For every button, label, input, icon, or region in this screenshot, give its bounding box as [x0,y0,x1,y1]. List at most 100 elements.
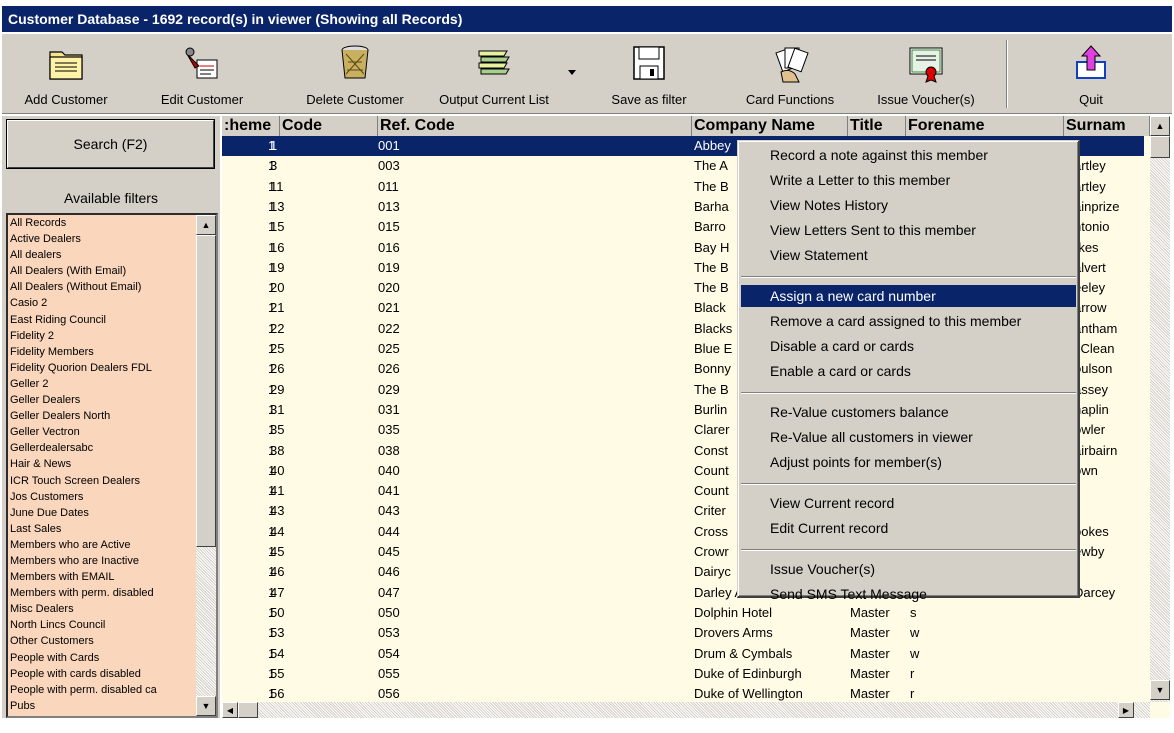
filter-item[interactable]: Fidelity Members [8,344,194,360]
filter-item[interactable]: Jos Customers [8,489,194,505]
grid-scroll-left-icon[interactable]: ◀ [222,702,238,718]
edit-customer-button[interactable]: Edit Customer [142,34,262,114]
cell-ref: 015 [378,219,400,235]
menu-item[interactable]: Issue Voucher(s) [741,558,1076,580]
filter-item[interactable]: All Records [8,215,194,231]
filter-list-scrollbar[interactable]: ▲ ▼ [196,215,216,716]
add-customer-button[interactable]: Add Customer [10,34,122,114]
menu-item[interactable]: Edit Current record [741,517,1076,539]
cell-surname: alvert [1074,259,1106,275]
output-list-dropdown-icon[interactable] [568,70,576,75]
filter-item[interactable]: All Dealers (Without Email) [8,279,194,295]
menu-item[interactable]: Record a note against this member [741,144,1076,166]
grid-vertical-scrollbar[interactable]: ▲ ▼ [1150,116,1170,702]
cell-ref: 045 [378,544,400,559]
filter-item[interactable]: People with cards disabled [8,666,194,682]
filter-item[interactable]: North Lincs Council [8,617,194,633]
filter-item[interactable]: Geller 2 [8,376,194,392]
filter-item[interactable]: Other Customers [8,633,194,649]
menu-item[interactable]: Send SMS Text Message [741,583,1076,605]
filter-item[interactable]: Geller Dealers [8,392,194,408]
filter-item[interactable]: Misc Dealers [8,601,194,617]
filter-item[interactable]: Geller Vectron [8,424,194,440]
table-row[interactable]: 1 54 054 Drum & Cymbals Master w [222,644,1144,664]
column-header[interactable]: Ref. Code [378,116,692,136]
menu-item[interactable]: Disable a card or cards [741,335,1076,357]
filter-item[interactable]: Gellerdealersabc [8,440,194,456]
quit-label: Quit [1079,92,1103,107]
cell-surname [1074,644,1144,664]
cell-ref: 029 [378,381,400,397]
issue-vouchers-button[interactable]: Issue Voucher(s) [864,34,988,114]
cell-surname: antham [1074,320,1118,336]
cell-code: 35 [270,422,285,438]
menu-item[interactable]: Enable a card or cards [741,360,1076,382]
cell-code: 44 [270,523,285,539]
column-header[interactable]: Surnam [1064,116,1150,136]
cell-surname: oulson [1074,361,1113,377]
cell-ref: 031 [378,401,400,417]
menu-item[interactable]: Assign a new card number [741,285,1076,307]
save-as-filter-button[interactable]: Save as filter [596,34,702,114]
cell-ref: 020 [378,280,400,296]
filter-item[interactable]: East Riding Council [8,312,194,328]
column-header[interactable]: Company Name [692,116,848,136]
menu-item[interactable]: Re-Value customers balance [741,401,1076,423]
grid-hscroll-thumb[interactable] [238,702,258,718]
filter-item[interactable]: Fidelity 2 [8,328,194,344]
scroll-up-icon[interactable]: ▲ [196,215,216,235]
table-row[interactable]: 1 56 056 Duke of Wellington Master r [222,684,1144,702]
filter-item[interactable]: Fidelity Quorion Dealers FDL [8,360,194,376]
cell-surname [1074,501,1144,521]
filter-item[interactable]: Casio 2 [8,295,194,311]
filter-item[interactable]: Members with EMAIL [8,569,194,585]
menu-item[interactable]: Remove a card assigned to this member [741,310,1076,332]
filter-item[interactable]: Hair & News [8,456,194,472]
menu-item[interactable]: Re-Value all customers in viewer [741,426,1076,448]
cell-code: 31 [270,401,285,417]
menu-item[interactable]: Adjust points for member(s) [741,451,1076,473]
grid-scroll-down-icon[interactable]: ▼ [1150,680,1170,700]
filter-item[interactable]: Active Dealers [8,231,194,247]
output-current-list-label: Output Current List [439,92,549,107]
filter-item[interactable]: Members who are Inactive [8,553,194,569]
cell-forename: w [910,645,920,661]
filter-item[interactable]: Last Sales [8,521,194,537]
filter-item[interactable]: All dealers [8,247,194,263]
filter-item[interactable]: People with Cards [8,650,194,666]
table-row[interactable]: 1 50 050 Dolphin Hotel Master s [222,603,1144,623]
filter-item[interactable]: All Dealers (With Email) [8,263,194,279]
table-row[interactable]: 1 55 055 Duke of Edinburgh Master r [222,664,1144,684]
menu-item[interactable]: View Statement [741,244,1076,266]
scroll-thumb[interactable] [196,235,216,547]
scroll-down-icon[interactable]: ▼ [196,696,216,716]
search-button[interactable]: Search (F2) [6,119,215,169]
filter-item[interactable]: June Due Dates [8,505,194,521]
column-header[interactable]: Code [280,116,378,136]
cell-surname: owler [1074,422,1106,438]
filter-item[interactable]: ICR Touch Screen Dealers [8,473,194,489]
grid-scroll-right-icon[interactable]: ▶ [1118,702,1134,718]
card-functions-button[interactable]: Card Functions [730,34,850,114]
quit-button[interactable]: Quit [1036,34,1146,114]
filter-item[interactable]: Members with perm. disabled [8,585,194,601]
filter-item[interactable]: Geller Dealers North [8,408,194,424]
filter-item[interactable]: Members who are Active [8,537,194,553]
filter-item[interactable]: People with perm. disabled ca [8,682,194,698]
table-row[interactable]: 1 53 053 Drovers Arms Master w [222,623,1144,643]
menu-item[interactable]: View Current record [741,492,1076,514]
grid-horizontal-scrollbar[interactable]: ◀ ▶ [222,702,1150,718]
filter-item[interactable]: Pubs [8,698,194,714]
grid-scroll-thumb[interactable] [1150,136,1170,158]
column-header[interactable]: Forename [906,116,1064,136]
menu-item[interactable]: View Letters Sent to this member [741,219,1076,241]
cell-ref: 016 [378,239,400,255]
filter-list[interactable]: All Records Active Dealers All dealers All … [6,213,218,718]
grid-scroll-up-icon[interactable]: ▲ [1150,116,1170,136]
column-header[interactable]: :heme [222,116,280,136]
delete-customer-button[interactable]: Delete Customer [292,34,418,114]
output-current-list-button[interactable]: Output Current List [426,34,562,114]
column-header[interactable]: Title [848,116,906,136]
menu-item[interactable]: Write a Letter to this member [741,169,1076,191]
menu-item[interactable]: View Notes History [741,194,1076,216]
